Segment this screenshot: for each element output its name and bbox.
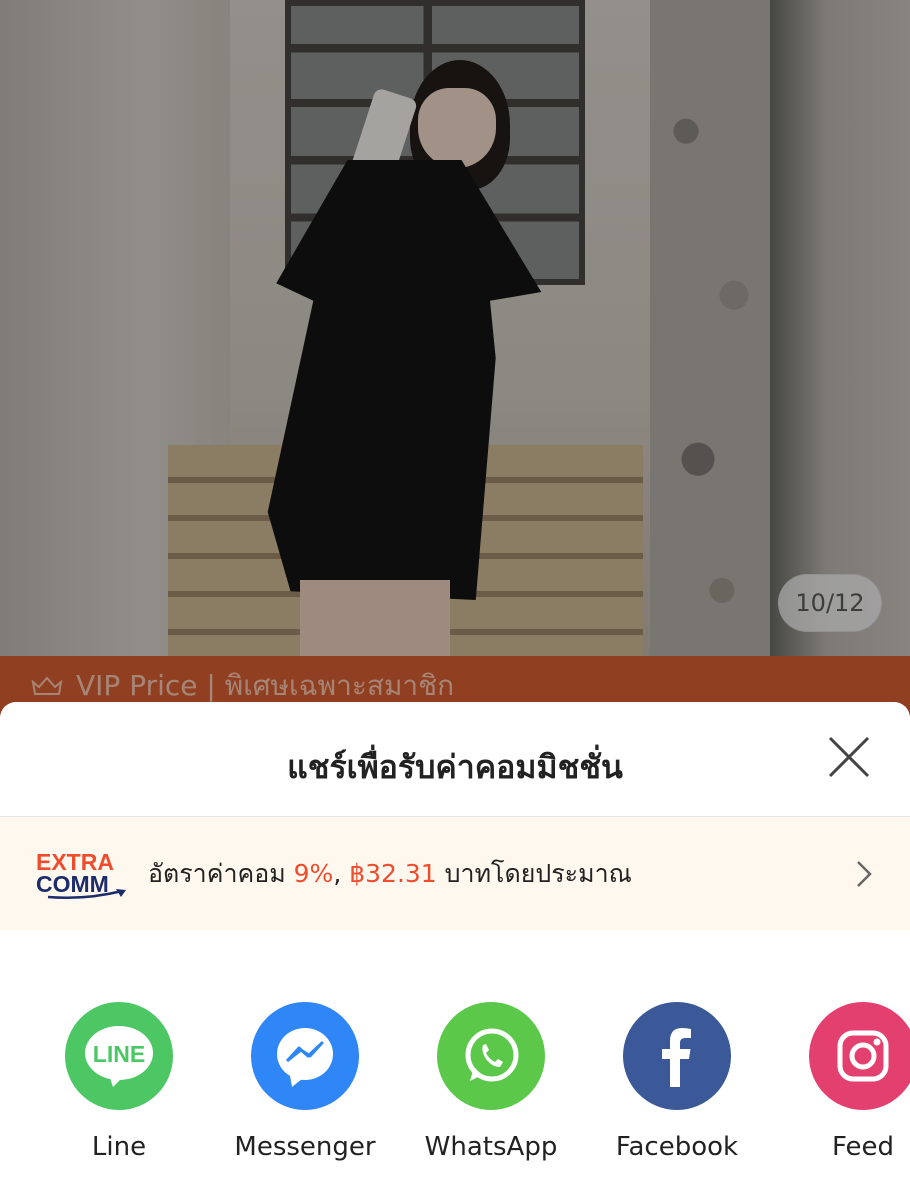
share-sheet: แชร์เพื่อรับค่าคอมมิชชั่น EXTRA COMM อัต… <box>0 702 910 1200</box>
share-whatsapp-button[interactable]: WhatsApp <box>406 1002 576 1162</box>
share-line-label: Line <box>91 1132 147 1162</box>
share-feed-button[interactable]: Feed <box>778 1002 910 1162</box>
extra-text-suffix: บาทโดยประมาณ <box>436 858 632 888</box>
share-line-button[interactable]: LINE Line <box>34 1002 204 1162</box>
line-icon: LINE <box>65 1002 173 1110</box>
chevron-right-icon <box>857 861 872 887</box>
extra-comm-swoosh-icon <box>47 888 126 899</box>
share-facebook-label: Facebook <box>615 1132 739 1162</box>
share-facebook-button[interactable]: Facebook <box>592 1002 762 1162</box>
instagram-icon <box>809 1002 910 1110</box>
share-sheet-title: แชร์เพื่อรับค่าคอมมิชชั่น <box>287 748 623 786</box>
share-sheet-header: แชร์เพื่อรับค่าคอมมิชชั่น <box>0 702 910 817</box>
svg-text:LINE: LINE <box>93 1041 145 1067</box>
facebook-icon <box>623 1002 731 1110</box>
extra-comm-logo-line1: EXTRA <box>36 848 114 875</box>
share-feed-label: Feed <box>831 1132 895 1162</box>
commission-amount: ฿32.31 <box>349 858 437 888</box>
share-messenger-label: Messenger <box>234 1132 376 1162</box>
extra-commission-row[interactable]: EXTRA COMM อัตราค่าคอม 9%, ฿32.31 บาทโดย… <box>0 817 910 930</box>
extra-commission-text: อัตราค่าคอม 9%, ฿32.31 บาทโดยประมาณ <box>148 854 632 894</box>
commission-rate: 9% <box>293 858 334 888</box>
share-messenger-button[interactable]: Messenger <box>220 1002 390 1162</box>
extra-comm-logo: EXTRA COMM <box>36 848 130 899</box>
whatsapp-icon <box>437 1002 545 1110</box>
share-apps-row: LINE Line Messenger WhatsApp Facebook Fe… <box>0 1002 910 1172</box>
messenger-icon <box>251 1002 359 1110</box>
share-whatsapp-label: WhatsApp <box>424 1132 558 1162</box>
close-icon[interactable] <box>824 732 874 782</box>
extra-text-separator: , <box>333 858 350 888</box>
extra-text-prefix: อัตราค่าคอม <box>148 858 294 888</box>
